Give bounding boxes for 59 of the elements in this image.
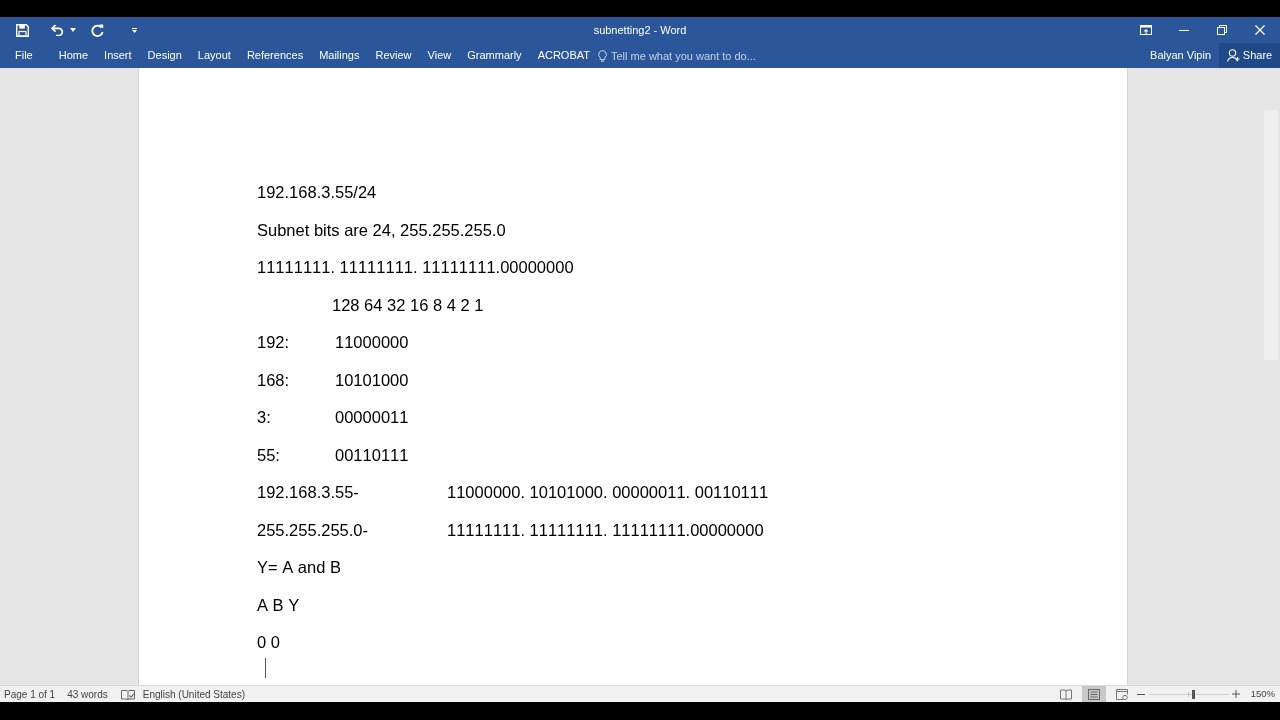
text-line: Subnet bits are 24, 255.255.255.0 <box>257 219 506 241</box>
line-label: 55: <box>257 445 280 464</box>
user-name[interactable]: Balyan Vipin <box>1150 47 1211 64</box>
ribbon-tab[interactable]: View <box>420 44 459 67</box>
person-icon <box>1226 49 1240 62</box>
ribbon-display-options-icon[interactable] <box>1140 25 1152 35</box>
ribbon-tab[interactable]: Home <box>51 44 96 67</box>
view-button[interactable] <box>1081 686 1106 702</box>
binary-value: 11000000. 10101000. 00000011. 00110111 <box>447 482 769 504</box>
share-button[interactable]: Share <box>1219 43 1280 68</box>
text-line: 128 64 32 16 8 4 2 1 <box>332 294 484 316</box>
ribbon-tab[interactable]: ACROBAT <box>530 44 597 67</box>
ribbon-tab[interactable]: Review <box>368 44 419 67</box>
customize-caret-icon[interactable] <box>131 27 137 33</box>
undo-icon[interactable] <box>50 24 64 36</box>
text-line: 192.168.3.55/24 <box>257 182 377 204</box>
web-page-icon <box>1115 688 1128 700</box>
ribbon-tab[interactable]: Insert <box>97 44 139 67</box>
binary-value: 11111111. 11111111. 11111111.00000000 <box>447 519 764 541</box>
line-label: 255.255.255.0- <box>257 520 368 539</box>
save-icon[interactable] <box>15 23 29 37</box>
ribbon-tab[interactable]: File <box>8 44 40 67</box>
text-line: A B Y <box>257 594 300 616</box>
text-line: 0 0 <box>257 632 280 654</box>
zoom-slider-track[interactable] <box>1148 689 1229 699</box>
minus-icon[interactable] <box>1136 693 1145 695</box>
restore-icon[interactable] <box>1217 25 1227 35</box>
binary-value: 11000000 <box>335 332 409 354</box>
line-label: 3: <box>257 408 271 427</box>
line-label: 168: <box>257 370 290 389</box>
ribbon-tab[interactable]: Mailings <box>312 44 367 67</box>
text-line: Y= A and B <box>257 557 341 579</box>
zoom-level[interactable]: 150% <box>1250 686 1275 702</box>
ribbon-tab[interactable]: Design <box>140 44 189 67</box>
line-label: 192.168.3.55- <box>257 483 359 502</box>
text-line: 11111111. 11111111. 11111111.00000000 <box>257 257 574 279</box>
window-title: subnetting2 - Word <box>593 22 687 38</box>
book-icon <box>1059 688 1072 700</box>
repeat-icon[interactable] <box>90 23 104 37</box>
tell-me-field[interactable]: Tell me what you want to do... <box>611 46 761 65</box>
proofing-icon[interactable] <box>120 688 135 700</box>
minimize-icon[interactable] <box>1179 29 1189 31</box>
binary-value: 00000011 <box>335 407 409 429</box>
language-indicator[interactable]: English (United States) <box>142 686 245 702</box>
close-icon[interactable] <box>1255 25 1265 35</box>
text-cursor <box>265 657 266 678</box>
binary-value: 00110111 <box>335 444 409 466</box>
zoom-slider-thumb[interactable] <box>1192 689 1196 699</box>
word-count[interactable]: 43 words <box>67 686 108 702</box>
ribbon-tab[interactable]: Grammarly <box>460 44 529 67</box>
plus-icon[interactable] <box>1231 690 1240 698</box>
binary-value: 10101000 <box>335 369 409 391</box>
caret-icon[interactable] <box>70 28 76 32</box>
page-icon <box>1087 688 1100 700</box>
lightbulb-icon <box>598 49 607 62</box>
ribbon-tab[interactable]: Layout <box>190 44 238 67</box>
ribbon-tab[interactable]: References <box>239 44 311 67</box>
page-count[interactable]: Page 1 of 1 <box>4 686 56 702</box>
line-label: 192: <box>257 333 290 352</box>
